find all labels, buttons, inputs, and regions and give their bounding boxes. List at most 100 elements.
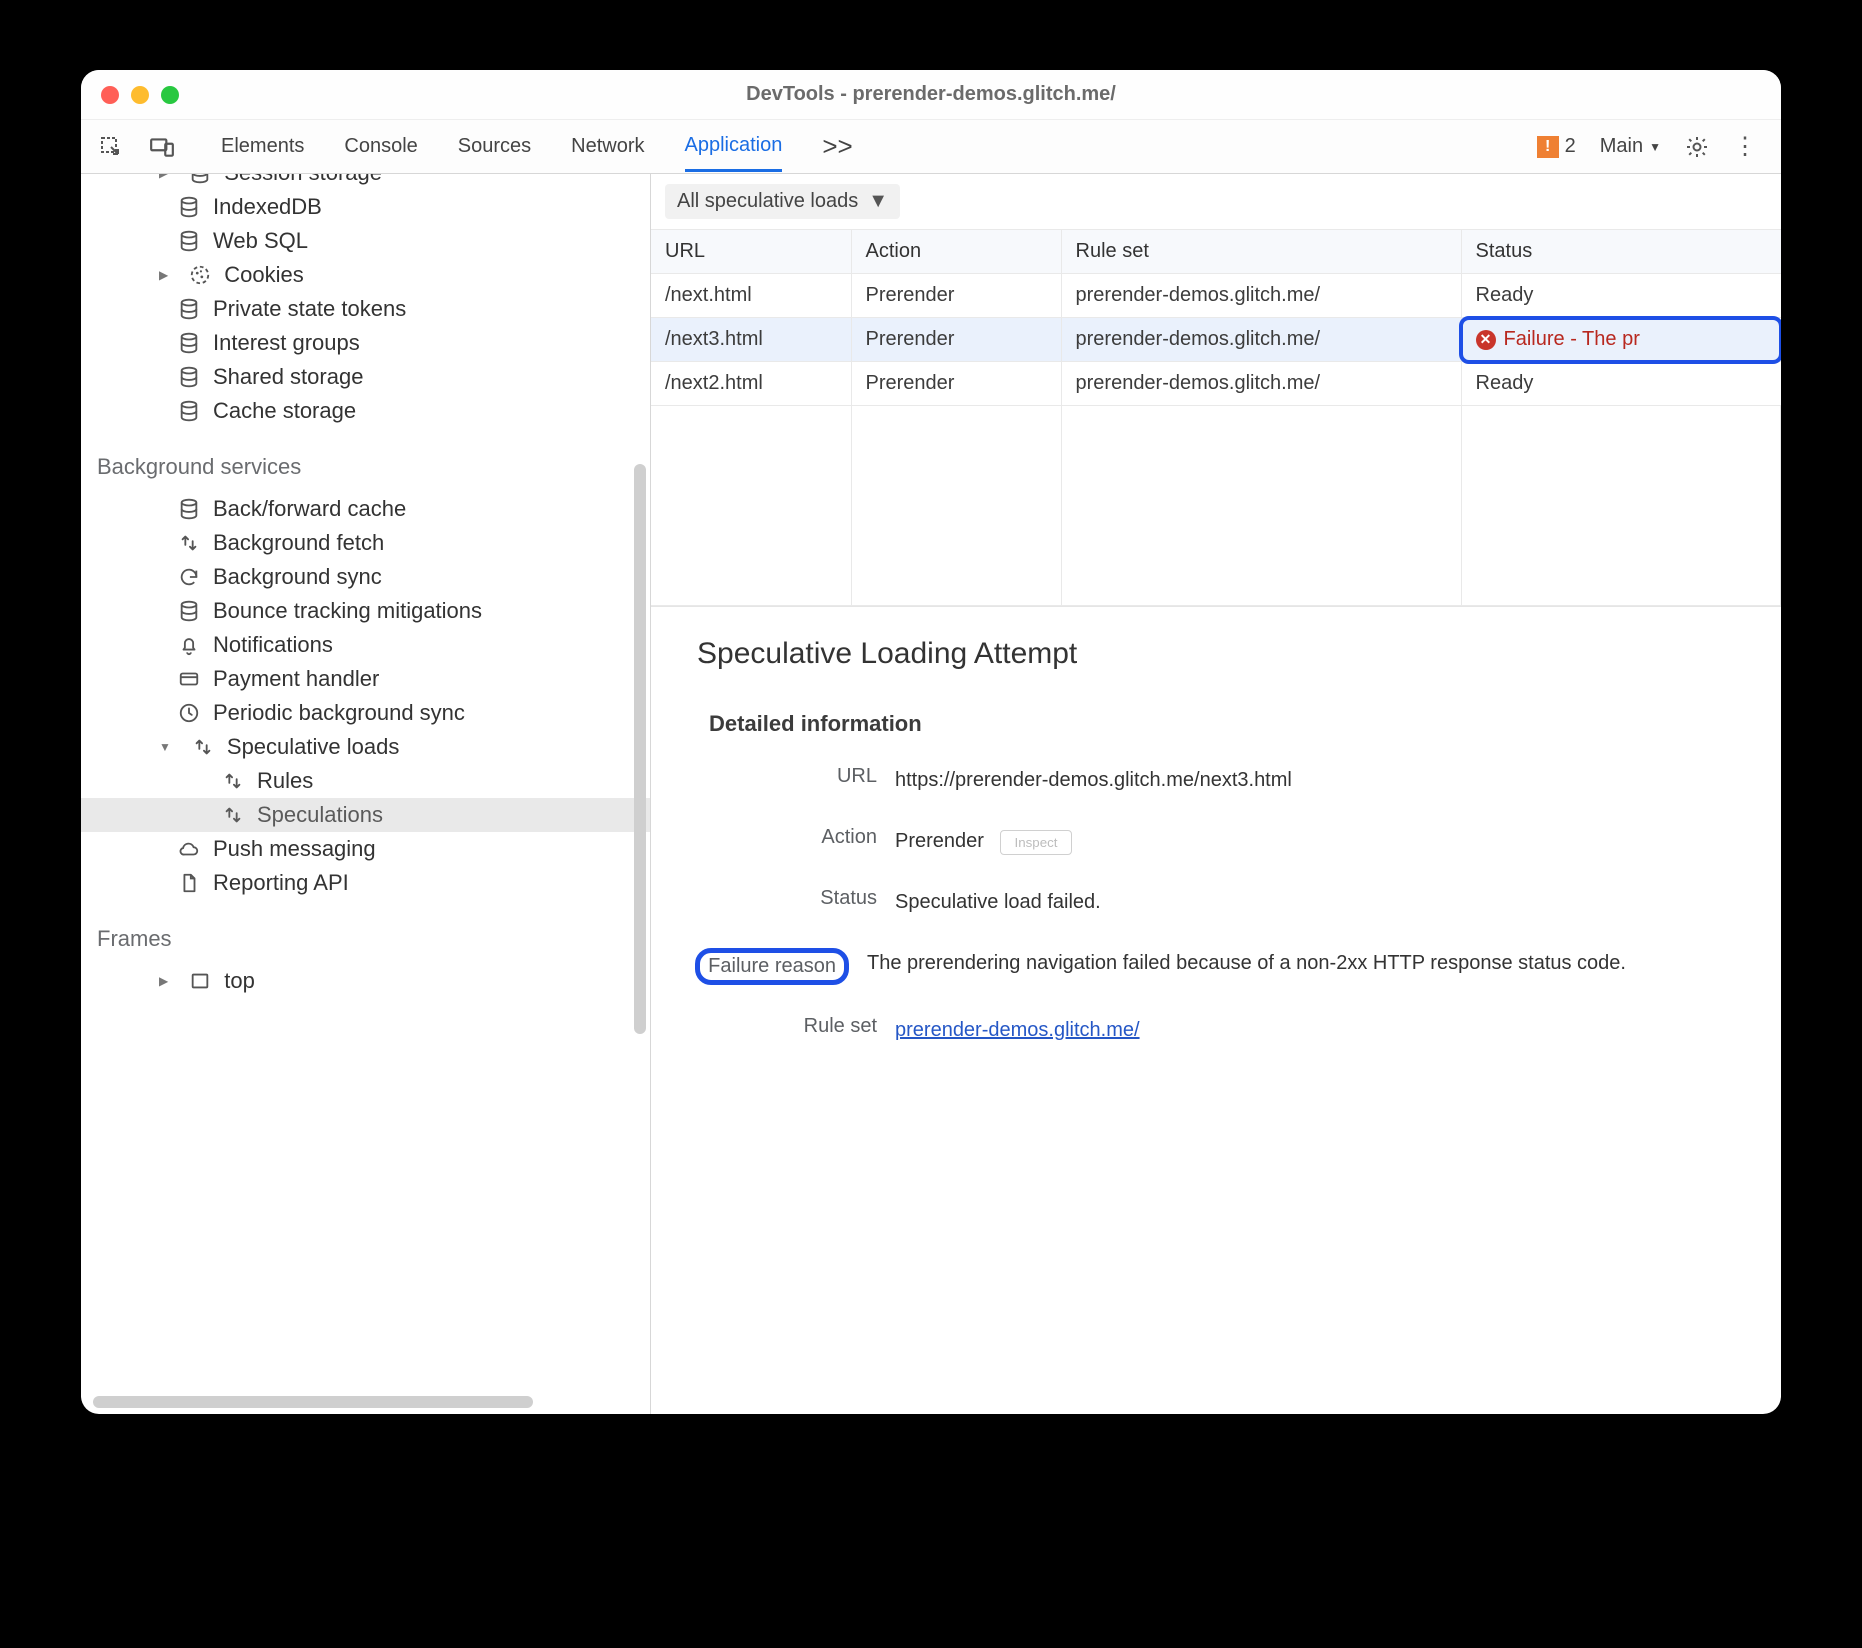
sidebar-item-label: Shared storage — [213, 364, 363, 390]
sidebar-item-specloads[interactable]: Speculative loads — [81, 730, 650, 764]
issues-badge[interactable]: ! 2 — [1537, 135, 1576, 158]
sidebar-item-websql[interactable]: Web SQL — [81, 224, 650, 258]
sidebar-item-label: Web SQL — [213, 228, 308, 254]
column-header-action[interactable]: Action — [851, 230, 1061, 274]
table-row[interactable]: /next2.htmlPrerenderprerender-demos.glit… — [651, 362, 1781, 406]
devtools-toolbar: Elements Console Sources Network Application… — [81, 120, 1781, 174]
frame-icon — [188, 969, 212, 993]
sidebar-item-cache[interactable]: Cache storage — [81, 394, 650, 428]
sidebar-item-label: Speculative loads — [227, 734, 399, 760]
sidebar-item-label: Cache storage — [213, 398, 356, 424]
sidebar-item-label: Periodic background sync — [213, 700, 465, 726]
db-icon — [177, 229, 201, 253]
db-icon — [177, 331, 201, 355]
sidebar-item-push[interactable]: Push messaging — [81, 832, 650, 866]
detail-action-key: Action — [697, 826, 877, 849]
titlebar: DevTools - prerender-demos.glitch.me/ — [81, 70, 1781, 120]
background-services-heading: Background services — [81, 442, 650, 486]
sidebar-item-label: Background fetch — [213, 530, 384, 556]
inspect-button[interactable]: Inspect — [1000, 830, 1073, 855]
card-icon — [177, 667, 201, 691]
db-icon — [177, 195, 201, 219]
column-header-url[interactable]: URL — [651, 230, 851, 274]
window-title: DevTools - prerender-demos.glitch.me/ — [81, 83, 1781, 106]
detail-action-value: Prerender — [895, 830, 984, 852]
tab-console[interactable]: Console — [344, 123, 417, 170]
tab-application[interactable]: Application — [685, 122, 783, 172]
tab-sources[interactable]: Sources — [458, 123, 531, 170]
sidebar-item-interest[interactable]: Interest groups — [81, 326, 650, 360]
sidebar-item-bounce[interactable]: Bounce tracking mitigations — [81, 594, 650, 628]
frames-top[interactable]: top — [81, 964, 650, 998]
cell-ruleset: prerender-demos.glitch.me/ — [1061, 362, 1461, 406]
inspect-element-icon[interactable] — [99, 135, 123, 159]
target-selector[interactable]: Main ▼ — [1600, 135, 1661, 158]
cell-url: /next2.html — [651, 362, 851, 406]
application-sidebar: Session storage IndexedDB Web SQL Cookies Pr… — [81, 174, 651, 1414]
sidebar-scrollbar[interactable] — [634, 464, 646, 1034]
sidebar-item-label: Private state tokens — [213, 296, 406, 322]
error-icon: ✕ — [1476, 330, 1496, 350]
db-icon — [177, 297, 201, 321]
speculative-loads-filter[interactable]: All speculative loads ▼ — [665, 184, 900, 219]
cell-status: Ready — [1461, 274, 1781, 318]
sidebar-item-payment[interactable]: Payment handler — [81, 662, 650, 696]
sidebar-item-label: Interest groups — [213, 330, 360, 356]
column-header-status[interactable]: Status — [1461, 230, 1781, 274]
db-icon — [177, 399, 201, 423]
detail-ruleset-link[interactable]: prerender-demos.glitch.me/ — [895, 1019, 1140, 1041]
updown-icon — [221, 769, 245, 793]
cell-ruleset: prerender-demos.glitch.me/ — [1061, 318, 1461, 362]
sidebar-item-label: Session storage — [224, 174, 382, 186]
db-icon — [188, 174, 212, 185]
table-row[interactable]: /next3.htmlPrerenderprerender-demos.glit… — [651, 318, 1781, 362]
detail-section-heading: Detailed information — [709, 711, 1741, 737]
sidebar-item-label: Push messaging — [213, 836, 376, 862]
sidebar-item-rules[interactable]: Rules — [81, 764, 650, 798]
sidebar-item-label: Cookies — [224, 262, 303, 288]
cell-url: /next3.html — [651, 318, 851, 362]
tabs-overflow-icon[interactable]: >> — [822, 131, 852, 162]
sidebar-item-report[interactable]: Reporting API — [81, 866, 650, 900]
frames-heading: Frames — [81, 914, 650, 958]
sidebar-item-pst[interactable]: Private state tokens — [81, 292, 650, 326]
sidebar-item-label: Payment handler — [213, 666, 379, 692]
table-row[interactable]: /next.htmlPrerenderprerender-demos.glitc… — [651, 274, 1781, 318]
detail-ruleset-key: Rule set — [697, 1015, 877, 1038]
sidebar-item-notif[interactable]: Notifications — [81, 628, 650, 662]
sidebar-item-label: Speculations — [257, 802, 383, 828]
clock-icon — [177, 701, 201, 725]
detail-title: Speculative Loading Attempt — [697, 637, 1741, 671]
sidebar-hscrollbar[interactable] — [93, 1396, 533, 1408]
sidebar-item-periodic[interactable]: Periodic background sync — [81, 696, 650, 730]
status-text: Failure - The pr — [1504, 328, 1640, 351]
issues-count: 2 — [1565, 135, 1576, 158]
device-toolbar-icon[interactable] — [149, 134, 175, 160]
sidebar-item-cookies[interactable]: Cookies — [81, 258, 650, 292]
filter-label: All speculative loads — [677, 190, 858, 213]
chevron-down-icon: ▼ — [1649, 140, 1661, 154]
sidebar-item-indexeddb[interactable]: IndexedDB — [81, 190, 650, 224]
detail-status-key: Status — [697, 887, 877, 910]
cell-action: Prerender — [851, 318, 1061, 362]
detail-url-value: https://prerender-demos.glitch.me/next3.… — [895, 765, 1741, 796]
sidebar-item-shared[interactable]: Shared storage — [81, 360, 650, 394]
tab-elements[interactable]: Elements — [221, 123, 304, 170]
frames-top-label: top — [224, 968, 255, 994]
updown-icon — [177, 531, 201, 555]
sidebar-item-speculations[interactable]: Speculations — [81, 798, 650, 832]
sidebar-item-label: IndexedDB — [213, 194, 322, 220]
sidebar-item-bfcache[interactable]: Back/forward cache — [81, 492, 650, 526]
sidebar-item-bgsync[interactable]: Background sync — [81, 560, 650, 594]
sidebar-item-label: Bounce tracking mitigations — [213, 598, 482, 624]
target-label: Main — [1600, 135, 1643, 158]
doc-icon — [177, 871, 201, 895]
sidebar-item-bgfetch[interactable]: Background fetch — [81, 526, 650, 560]
settings-gear-icon[interactable] — [1685, 135, 1709, 159]
column-header-rule-set[interactable]: Rule set — [1061, 230, 1461, 274]
tab-network[interactable]: Network — [571, 123, 644, 170]
sidebar-item-label: Back/forward cache — [213, 496, 406, 522]
more-options-icon[interactable]: ⋮ — [1733, 132, 1757, 161]
app-window: DevTools - prerender-demos.glitch.me/ El… — [81, 70, 1781, 1414]
sidebar-item-session-storage[interactable]: Session storage — [81, 174, 650, 190]
